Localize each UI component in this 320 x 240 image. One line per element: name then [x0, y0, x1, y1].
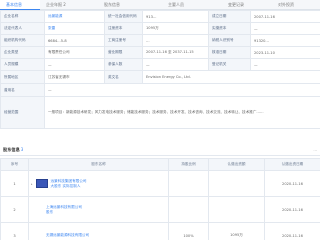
table-row: 3 无锡远景能源科技有限公司 100% 1095万 2020-11-16 [0, 222, 320, 240]
info-value: 2007-11-16 至 2037-11-15 [142, 46, 209, 59]
section-count-badge: 3 [20, 147, 24, 152]
shareholder-name-link[interactable]: 上海远景科技有限公司 [46, 205, 82, 210]
shareholders-section-header: 股东信息 3 … [0, 144, 320, 156]
info-value: 江苏省无锡市 [44, 70, 105, 84]
info-row: 经营范围 一般项目：新能源技术研发；风力发电技术服务；储能技术服务；技术服务、技… [0, 96, 320, 129]
info-row: 人员规模 — 参保人数 — 登记机关 — [0, 58, 320, 71]
info-label: 组织机构代码 [0, 34, 45, 47]
info-value: 2007-11-16 [250, 10, 320, 23]
info-row: 企业类型 有限责任公司 营业期限 2007-11-16 至 2037-11-15… [0, 46, 320, 59]
column-header: 股东名称 [28, 158, 169, 171]
subscribed-amount [208, 196, 265, 223]
subscribed-amount [208, 170, 265, 197]
info-label: 参保人数 [104, 58, 143, 71]
info-value: 2023-11-10 [250, 46, 320, 59]
info-value: Envision Energy Co., Ltd. [142, 70, 320, 84]
info-label: 企业名称 [0, 10, 45, 23]
table-header-row: 序号 股东名称 持股比例 认缴出资额 认缴出资日期 [0, 158, 320, 171]
info-label: 工商注册号 [104, 34, 143, 47]
share-percent: 100% [168, 222, 209, 240]
section-more-link[interactable]: … [313, 148, 317, 152]
tab-investments[interactable]: 对外投资 [272, 0, 320, 10]
company-logo [31, 205, 43, 214]
row-index: 2 [0, 196, 29, 223]
shareholder-cell: 上海远景科技有限公司 股东 [28, 196, 169, 223]
row-index: 3 [0, 222, 29, 240]
info-label: 核准日期 [208, 46, 251, 59]
tab-shareholders[interactable]: 股东信息 [98, 0, 162, 10]
info-label: 成立日期 [208, 10, 251, 23]
info-label: 实缴资本 [208, 22, 251, 35]
column-header: 序号 [0, 158, 29, 171]
info-label: 经营范围 [0, 96, 45, 129]
info-value: — [142, 58, 209, 71]
shareholder-name-link[interactable]: 无锡远景能源科技有限公司 [46, 233, 89, 238]
business-info-table: 企业名称 远景能源 统一社会信用代码 913… 成立日期 2007-11-16 … [0, 10, 320, 129]
table-row: 2 上海远景科技有限公司 股东 2020-11-16 [0, 196, 320, 223]
shareholders-table: 序号 股东名称 持股比例 认缴出资额 认缴出资日期 1 ▸ 远景科技集团有限公司… [0, 158, 320, 240]
shareholder-name-link[interactable]: 远景科技集团有限公司 [51, 179, 87, 184]
subscribed-date: 2020-11-16 [264, 196, 320, 223]
info-label: 注册资本 [104, 22, 143, 35]
info-value: — [250, 22, 320, 35]
shareholder-cell: 无锡远景能源科技有限公司 [28, 222, 169, 240]
info-label: 法定代表人 [0, 22, 45, 35]
info-value: … [142, 34, 209, 47]
info-label: 曾用名 [0, 83, 45, 97]
row-index: 1 [0, 170, 29, 197]
info-value: — [250, 58, 320, 71]
info-row: 所属地区 江苏省无锡市 英文名 Envision Energy Co., Ltd… [0, 70, 320, 84]
subscribed-date: 2020-11-16 [264, 222, 320, 240]
column-header: 持股比例 [168, 158, 209, 171]
tab-annual-report[interactable]: 企业年报 2 [40, 0, 98, 10]
expand-icon[interactable]: ▸ [31, 182, 33, 186]
info-value: — [44, 83, 320, 97]
info-value: 91320… [250, 34, 320, 47]
info-label: 所属地区 [0, 70, 45, 84]
subscribed-date: 2020-11-16 [264, 170, 320, 197]
info-row: 企业名称 远景能源 统一社会信用代码 913… 成立日期 2007-11-16 [0, 10, 320, 23]
tab-key-personnel[interactable]: 主要人员 [162, 0, 222, 10]
tab-bar: 基本信息 企业年报 2 股东信息 主要人员 变更记录 对外投资 [0, 0, 320, 10]
info-label: 人员规模 [0, 58, 45, 71]
info-label: 登记机关 [208, 58, 251, 71]
info-label: 统一社会信用代码 [104, 10, 143, 23]
info-value: 1095万 [142, 22, 209, 35]
table-row: 1 ▸ 远景科技集团有限公司 大股东 实际控制人 2020-11-16 [0, 170, 320, 197]
info-row: 法定代表人 张雷 注册资本 1095万 实缴资本 — [0, 22, 320, 35]
info-value: 913… [142, 10, 209, 23]
tab-change-records[interactable]: 变更记录 [222, 0, 272, 10]
company-logo [35, 179, 48, 188]
legal-rep-link[interactable]: 张雷 [44, 22, 105, 35]
share-percent [168, 196, 209, 223]
info-row: 曾用名 — [0, 83, 320, 97]
company-name-link[interactable]: 远景能源 [44, 10, 105, 23]
info-value: 有限责任公司 [44, 46, 105, 59]
section-title: 股东信息 [3, 146, 20, 152]
column-header: 认缴出资额 [208, 158, 265, 171]
info-value: 6684…5-8 [44, 34, 105, 47]
column-header: 认缴出资日期 [264, 158, 320, 171]
info-label: 英文名 [104, 70, 143, 84]
shareholder-tags: 股东 [46, 209, 54, 214]
shareholder-tags: 大股东 实际控制人 [50, 183, 81, 188]
share-percent [168, 170, 209, 197]
info-value: — [44, 58, 105, 71]
info-label: 营业期限 [104, 46, 143, 59]
subscribed-amount: 1095万 [208, 222, 265, 240]
business-scope-text: 一般项目：新能源技术研发；风力发电技术服务；储能技术服务；技术服务、技术开发、技… [44, 96, 320, 129]
info-label: 纳税人识别号 [208, 34, 251, 47]
info-label: 企业类型 [0, 46, 45, 59]
tab-basic-info[interactable]: 基本信息 [0, 0, 40, 10]
shareholder-cell: ▸ 远景科技集团有限公司 大股东 实际控制人 [28, 170, 169, 197]
info-row: 组织机构代码 6684…5-8 工商注册号 … 纳税人识别号 91320… [0, 34, 320, 47]
company-logo [31, 231, 43, 240]
